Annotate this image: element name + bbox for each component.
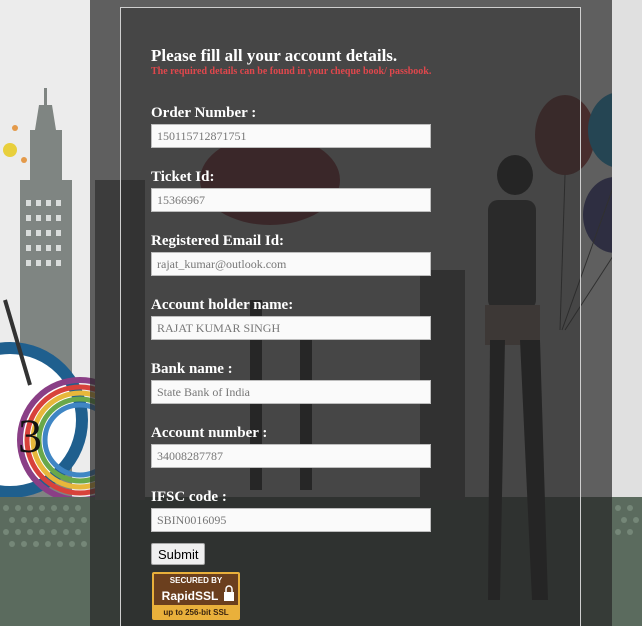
order-number-field: Order Number : 150115712871751 bbox=[151, 104, 571, 148]
account-details-panel: Please fill all your account details. Th… bbox=[120, 7, 581, 626]
ifsc-code-label: IFSC code : bbox=[151, 489, 227, 505]
clock-number: 3 bbox=[18, 410, 42, 463]
bank-name-label: Bank name : bbox=[151, 361, 233, 377]
ifsc-code-field: IFSC code : SBIN0016095 bbox=[151, 488, 571, 532]
account-holder-label: Account holder name: bbox=[151, 297, 294, 313]
ssl-brand-text: RapidSSL bbox=[162, 589, 219, 603]
rapidssl-badge[interactable]: SECURED BY RapidSSL up to 256-bit SSL bbox=[152, 572, 240, 620]
email-label: Registered Email Id: bbox=[151, 233, 285, 249]
submit-button[interactable]: Submit bbox=[151, 543, 206, 565]
account-number-input[interactable]: 34008287787 bbox=[151, 444, 431, 468]
ssl-secured-by-text: SECURED BY bbox=[170, 576, 223, 585]
order-number-label: Order Number : bbox=[151, 105, 257, 121]
account-holder-field: Account holder name: RAJAT KUMAR SINGH bbox=[151, 296, 571, 340]
account-details-form: Please fill all your account details. Th… bbox=[151, 46, 571, 620]
order-number-input[interactable]: 150115712871751 bbox=[151, 124, 431, 148]
form-subtitle: The required details can be found in you… bbox=[151, 66, 432, 77]
form-title: Please fill all your account details. bbox=[151, 46, 398, 65]
email-input[interactable]: rajat_kumar@outlook.com bbox=[151, 252, 431, 276]
ticket-id-label: Ticket Id: bbox=[151, 169, 215, 185]
ssl-strength-text: up to 256-bit SSL bbox=[163, 608, 228, 617]
account-holder-input[interactable]: RAJAT KUMAR SINGH bbox=[151, 316, 431, 340]
account-number-label: Account number : bbox=[151, 425, 268, 441]
bank-name-input[interactable]: State Bank of India bbox=[151, 380, 431, 404]
bank-name-field: Bank name : State Bank of India bbox=[151, 360, 571, 404]
ticket-id-input[interactable]: 15366967 bbox=[151, 188, 431, 212]
ifsc-code-input[interactable]: SBIN0016095 bbox=[151, 508, 431, 532]
account-number-field: Account number : 34008287787 bbox=[151, 424, 571, 468]
email-field: Registered Email Id: rajat_kumar@outlook… bbox=[151, 232, 571, 276]
ticket-id-field: Ticket Id: 15366967 bbox=[151, 168, 571, 212]
